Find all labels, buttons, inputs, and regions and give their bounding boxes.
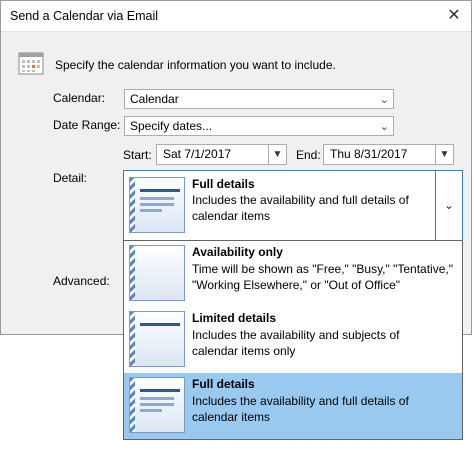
date-range-label: Date Range: [53,118,121,132]
option-desc: Time will be shown as "Free," "Busy," "T… [192,262,453,292]
detail-label: Detail: [53,171,88,185]
calendar-icon [18,52,44,75]
title-bar: Send a Calendar via Email ✕ [1,1,471,32]
option-title: Full details [192,377,255,391]
end-date-value: Thu 8/31/2017 [330,147,408,161]
end-date-field[interactable]: Thu 8/31/2017 [323,144,436,165]
full-details-thumbnail [129,377,185,433]
calendar-select[interactable]: Calendar ⌄ [124,89,394,109]
start-date-picker-button[interactable]: ▼ [268,144,287,165]
detail-dropdown-list: Availability only Time will be shown as … [123,240,463,440]
chevron-down-icon[interactable]: ⌄ [435,171,462,240]
detail-current-title: Full details [192,177,255,191]
availability-thumbnail [129,245,185,301]
start-date-value: Sat 7/1/2017 [163,147,232,161]
calendar-select-value: Calendar [130,92,179,106]
intro-text: Specify the calendar information you wan… [55,58,336,72]
chevron-down-icon: ⌄ [379,121,389,133]
option-title: Limited details [192,311,277,325]
limited-details-thumbnail [129,311,185,367]
option-full-details[interactable]: Full details Includes the availability a… [124,373,462,439]
window-title: Send a Calendar via Email [10,9,158,23]
chevron-down-icon: ⌄ [379,94,389,106]
option-desc: Includes the availability and subjects o… [192,328,400,358]
start-label: Start: [123,148,152,162]
chevron-down-icon: ▼ [272,149,283,160]
end-label: End: [296,148,321,162]
option-title: Availability only [192,245,283,259]
end-date-picker-button[interactable]: ▼ [435,144,454,165]
advanced-label: Advanced: [53,274,110,288]
option-desc: Includes the availability and full detai… [192,394,409,424]
date-range-select[interactable]: Specify dates... ⌄ [124,116,394,136]
option-limited-details[interactable]: Limited details Includes the availabilit… [124,307,462,373]
option-availability-only[interactable]: Availability only Time will be shown as … [124,241,462,307]
date-range-value: Specify dates... [130,119,213,133]
chevron-down-icon: ▼ [439,149,450,160]
calendar-label: Calendar: [53,91,106,105]
close-icon[interactable]: ✕ [443,5,465,27]
start-date-field[interactable]: Sat 7/1/2017 [156,144,269,165]
detail-current-desc: Includes the availability and full detai… [192,193,409,223]
detail-select[interactable]: Full details Includes the availability a… [123,170,463,241]
full-details-thumbnail [129,177,185,233]
